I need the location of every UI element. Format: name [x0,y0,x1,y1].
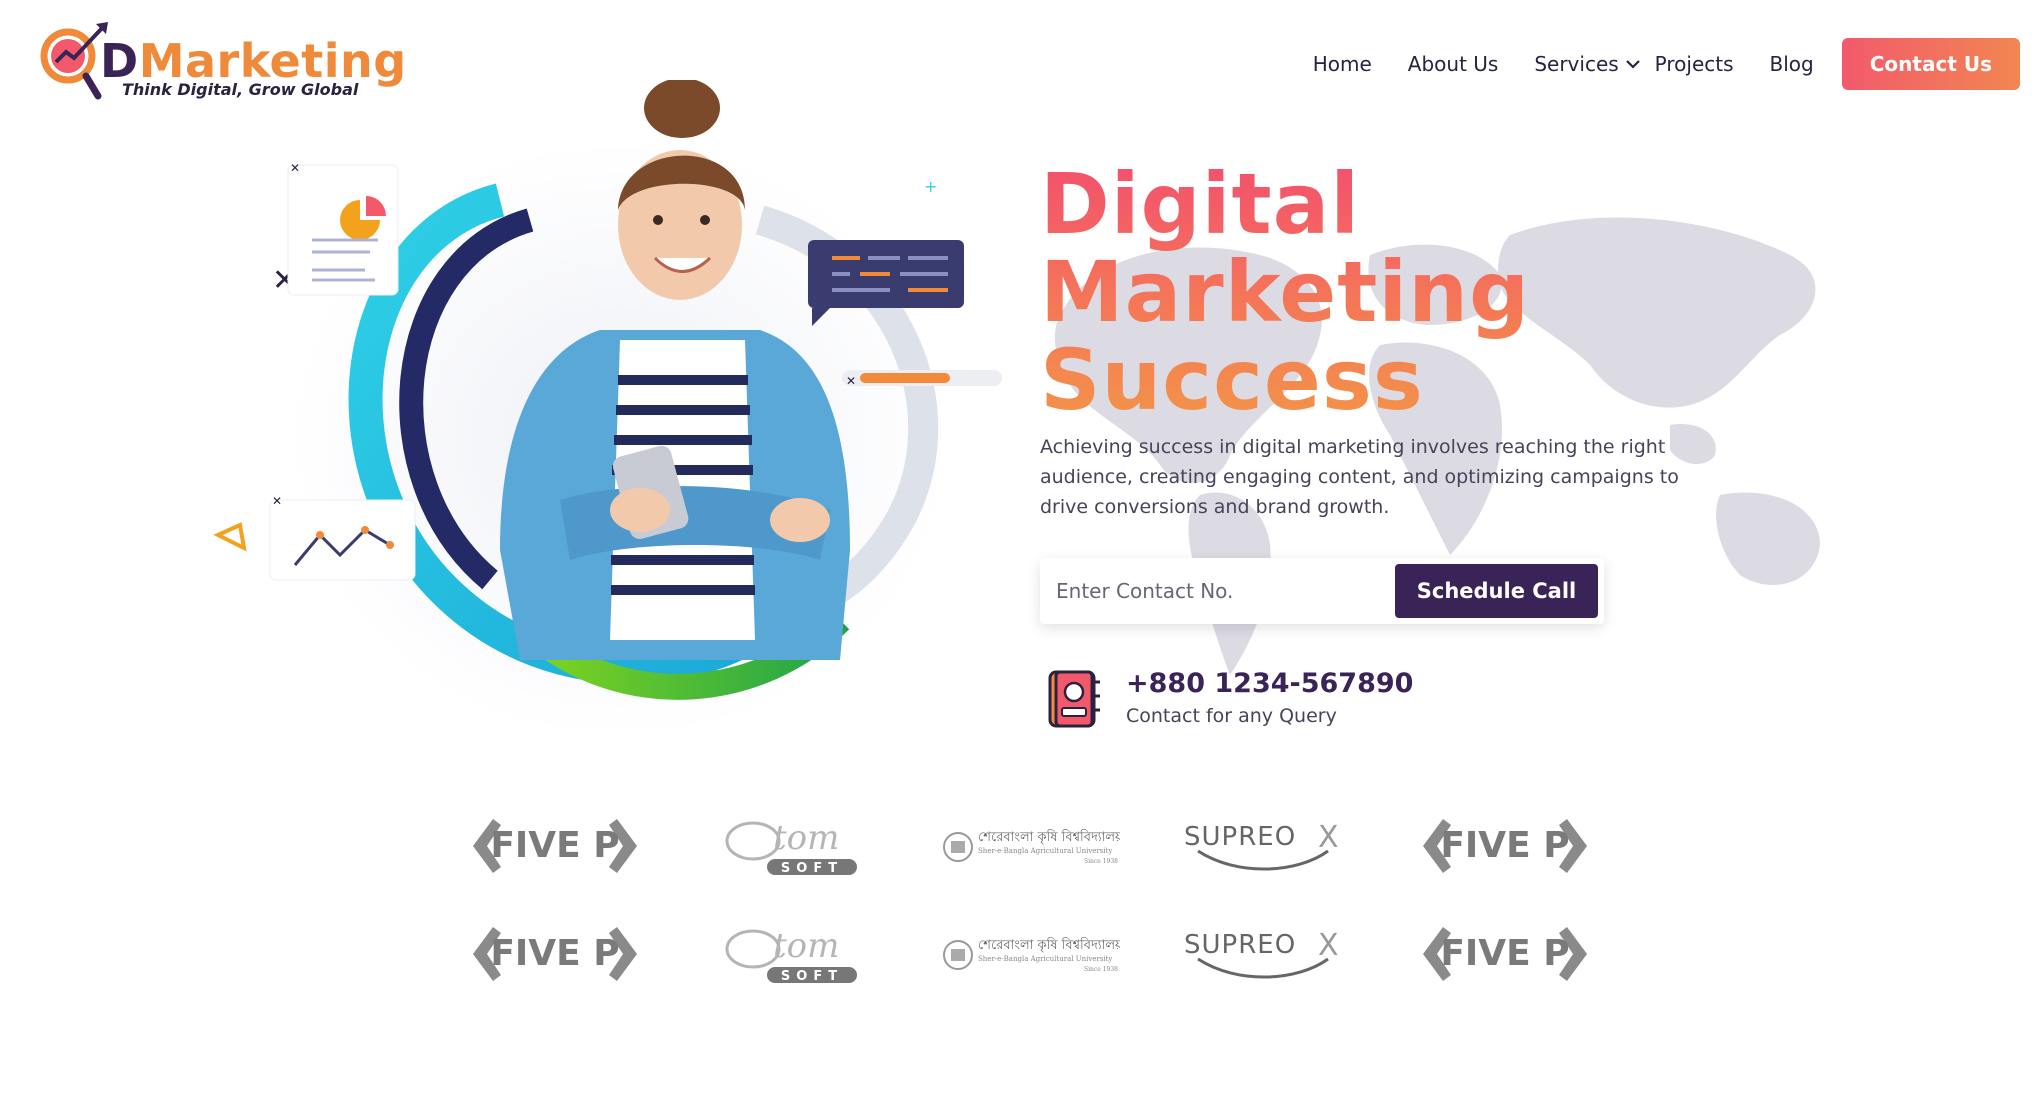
supreox-logo: SUPREO X [1173,914,1363,994]
five-p-text: FIVE P [1440,933,1569,974]
sau-logo: শেরেবাংলা কৃষি বিশ্ববিদ্যালয় Sher-e-Ban… [935,914,1125,994]
nav-projects[interactable]: Projects [1655,52,1734,76]
schedule-call-form: Schedule Call [1040,558,1604,624]
supreox-x: X [1318,820,1339,855]
sau-english: Sher-e-Bangla Agricultural University [978,955,1112,963]
five-p-logo: FIVE P [1410,806,1600,886]
chevron-down-icon [1625,60,1640,69]
sau-since: Since 1938 [1084,858,1118,865]
supreox-text: SUPREO [1184,930,1296,960]
sau-bangla: শেরেবাংলা কৃষি বিশ্ববিদ্যালয় [978,937,1120,953]
client-logo-row: FIVE P tom SOFT শেরেবাংলা কৃষি বিশ্ববিদ্… [460,792,1600,900]
client-logos: FIVE P tom SOFT শেরেবাংলা কৃষি বিশ্ববিদ্… [460,792,1600,1008]
five-p-text: FIVE P [490,933,619,974]
five-p-text: FIVE P [490,825,619,866]
supreox-logo: SUPREO X [1173,806,1363,886]
client-logo-row: FIVE P tom SOFT শেরেবাংলা কৃষি বিশ্ববিদ্… [460,900,1600,1008]
five-p-logo: FIVE P [1410,914,1600,994]
hero-title: Digital Marketing Success [1040,155,1531,429]
contact-number-input[interactable] [1040,558,1395,624]
atom-text: tom [773,926,839,966]
sau-english: Sher-e-Bangla Agricultural University [978,847,1112,855]
svg-text:✕: ✕ [846,374,856,388]
contact-us-button[interactable]: Contact Us [1841,38,2020,90]
supreox-x: X [1318,928,1339,963]
phone-contact: +880 1234-567890 Contact for any Query [1046,668,1413,730]
soft-text: SOFT [780,969,842,984]
svg-text:✕: ✕ [290,161,300,175]
phone-book-icon [1048,670,1100,728]
hero-description: Achieving success in digital marketing i… [1040,436,1679,518]
supreox-text: SUPREO [1184,822,1296,852]
nav-blog[interactable]: Blog [1770,52,1814,76]
schedule-call-button[interactable]: Schedule Call [1395,564,1598,618]
five-p-logo: FIVE P [460,806,650,886]
phone-caption: Contact for any Query [1126,705,1337,727]
nav-services[interactable]: Services [1534,52,1640,76]
sau-bangla: শেরেবাংলা কৃষি বিশ্ববিদ্যালয় [978,829,1120,845]
five-p-logo: FIVE P [460,914,650,994]
hero-illustration: ✕ + ✕ ✕ ✕ [213,80,1002,730]
nav-about-us[interactable]: About Us [1408,52,1499,76]
svg-text:✕: ✕ [272,494,282,508]
atom-soft-logo: tom SOFT [698,806,888,886]
nav-home[interactable]: Home [1313,52,1372,76]
svg-text:+: + [924,177,937,196]
main-nav: Home About Us Services Projects Blog Con… [1277,38,2020,90]
sau-since: Since 1938 [1084,966,1118,973]
soft-text: SOFT [780,861,842,876]
phone-number[interactable]: +880 1234-567890 [1126,668,1413,699]
five-p-text: FIVE P [1440,825,1569,866]
atom-soft-logo: tom SOFT [698,914,888,994]
atom-text: tom [773,818,839,858]
sau-logo: শেরেবাংলা কৃষি বিশ্ববিদ্যালয় Sher-e-Ban… [935,806,1125,886]
